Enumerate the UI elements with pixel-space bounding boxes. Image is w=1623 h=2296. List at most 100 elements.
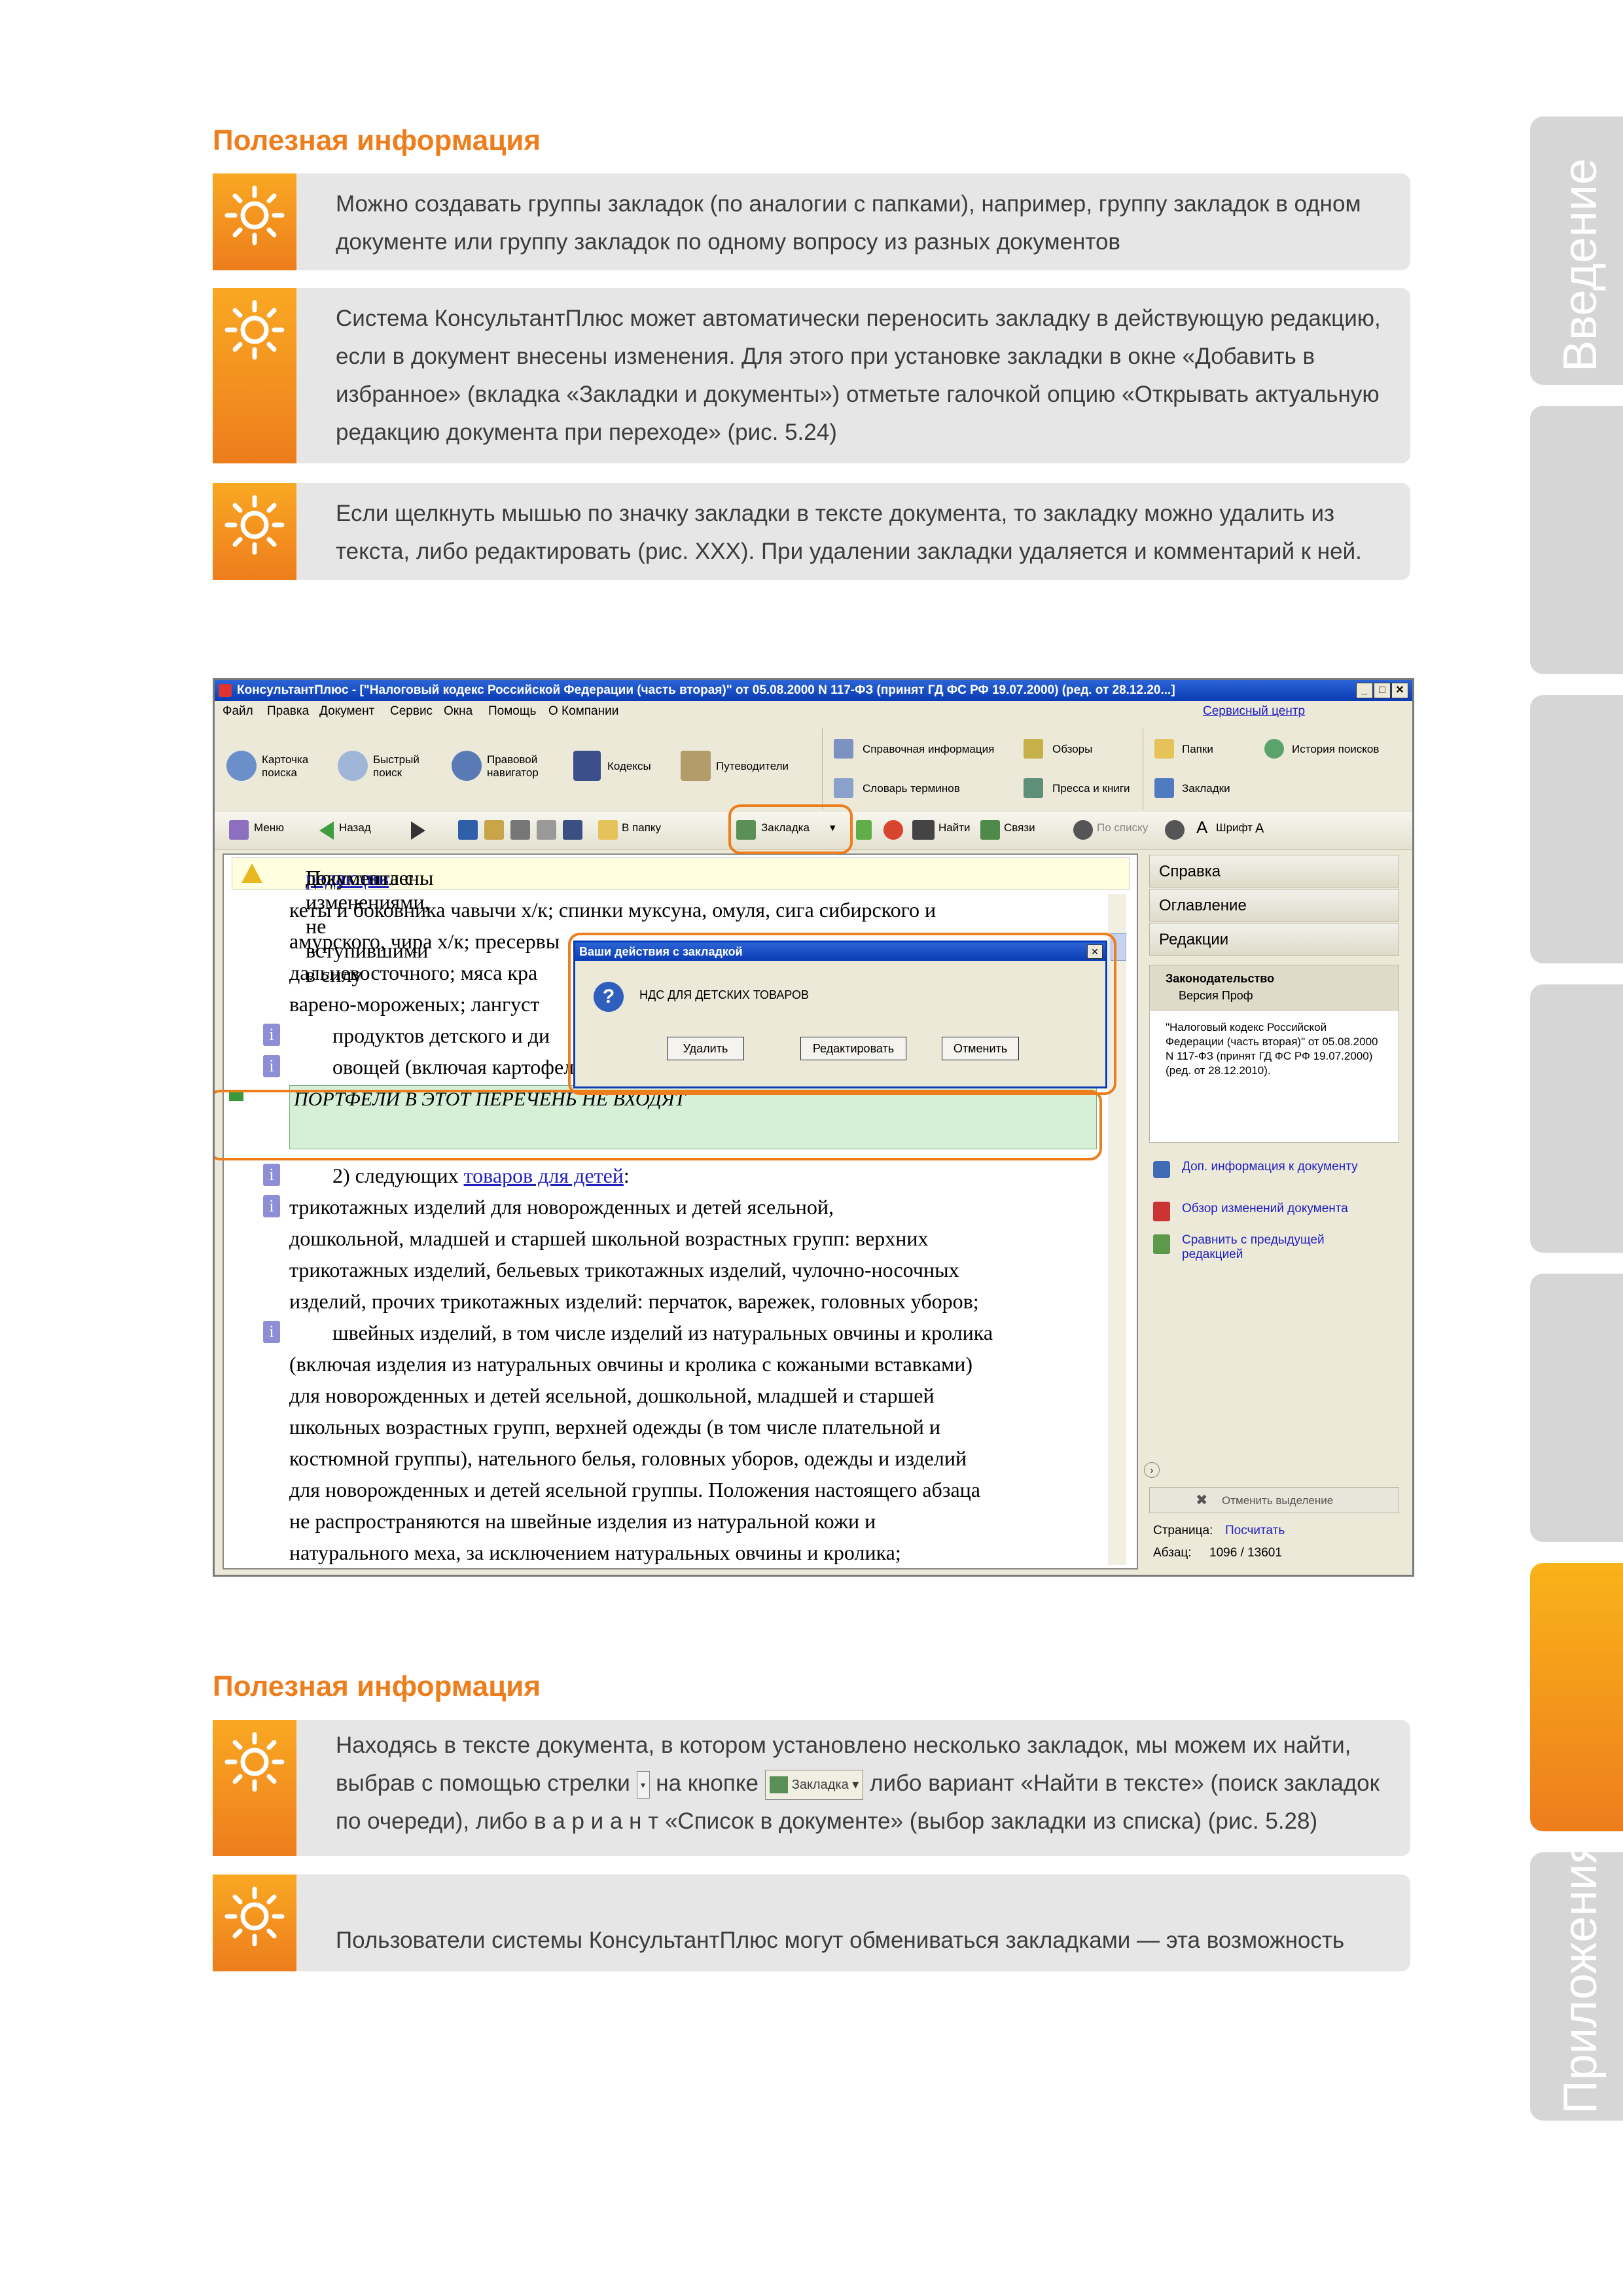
info-marker-icon[interactable]: i (263, 1321, 280, 1343)
menu-bar: Файл Правка Документ Сервис Окна Помощь … (215, 701, 1412, 721)
navigator-icon (452, 751, 482, 781)
links-button[interactable]: Связи (1004, 821, 1035, 834)
sun-icon (213, 483, 296, 580)
service-center-link[interactable]: Сервисный центр (1203, 704, 1305, 719)
more-info-link[interactable]: Доп. информация к документу (1182, 1160, 1378, 1174)
bookmark-button-image: Закладка ▾ (764, 1769, 864, 1800)
press-button[interactable]: Пресса и книги (1052, 782, 1130, 795)
info-text: Если щелкнуть мышью по значку закладки в… (336, 501, 1362, 564)
sun-icon (213, 288, 296, 463)
save-icon[interactable] (563, 820, 582, 840)
guides-icon (681, 751, 711, 781)
doc-line: для новорожденных и детей ясельной групп… (289, 1478, 980, 1501)
info-text: Находясь в тексте документа, в котором у… (336, 1732, 1380, 1834)
cancel-selection-button[interactable]: ✖ Отменить выделение (1149, 1487, 1399, 1513)
page-count-link[interactable]: Посчитать (1225, 1524, 1285, 1538)
to-folder-button[interactable]: В папку (622, 821, 661, 834)
side-tab-2[interactable] (1530, 406, 1623, 674)
info-marker-icon[interactable]: i (263, 1024, 280, 1046)
doc-line: швейных изделий, в том числе изделий из … (332, 1321, 993, 1344)
document-info-card: Законодательство Версия Проф "Налоговый … (1149, 965, 1399, 1143)
press-icon (1024, 778, 1043, 798)
document-description: "Налоговый кодекс Российской Федерации (… (1166, 1021, 1378, 1077)
forward-arrow-icon[interactable] (411, 821, 425, 840)
compare-link[interactable]: Сравнить с предыдущей редакцией (1182, 1233, 1378, 1262)
info-marker-icon[interactable]: i (263, 1055, 280, 1077)
menu-help[interactable]: Помощь (488, 704, 536, 719)
doc-line: не распространяются на швейные изделия и… (289, 1509, 876, 1533)
doc-line: школьных возрастных групп, верхней одежд… (289, 1415, 941, 1439)
page-label: Страница: (1153, 1524, 1213, 1537)
ref-info-button[interactable]: Справочная информация (863, 743, 994, 756)
info-marker-icon[interactable]: i (263, 1164, 280, 1186)
preview-icon[interactable] (537, 820, 556, 840)
reviews-button[interactable]: Обзоры (1052, 743, 1092, 756)
close-button[interactable]: ✕ (1391, 683, 1408, 698)
info-box: Если щелкнуть мышью по значку закладки в… (213, 483, 1410, 580)
quick-search-button[interactable]: Быстрый поиск (373, 753, 432, 780)
menu-file[interactable]: Файл (223, 704, 253, 719)
history-button[interactable]: История поисков (1292, 743, 1379, 756)
font-increase-icon[interactable]: A (1196, 817, 1207, 838)
compare-icon (1153, 1234, 1170, 1254)
bookmark-button-highlight (728, 804, 853, 854)
sun-icon (213, 1720, 296, 1856)
ribbon-divider (822, 728, 823, 810)
guides-button[interactable]: Путеводители (716, 760, 789, 773)
folders-button[interactable]: Папки (1182, 743, 1213, 756)
info-marker-icon[interactable]: i (263, 1195, 280, 1217)
back-button[interactable]: Назад (339, 821, 371, 834)
quick-search-icon (338, 751, 368, 781)
bookmarks-icon (1154, 778, 1174, 798)
side-tab-current[interactable] (1530, 1563, 1623, 1831)
app-icon (219, 684, 232, 697)
codes-button[interactable]: Кодексы (607, 760, 651, 773)
maximize-button[interactable]: □ (1374, 683, 1391, 698)
word-icon[interactable] (458, 820, 478, 840)
expand-arrow-icon[interactable]: › (1144, 1462, 1160, 1478)
side-tab-appendices[interactable]: Приложения (1530, 1839, 1623, 2121)
info-box: Система КонсультантПлюс может автоматиче… (213, 288, 1410, 463)
find-button[interactable]: Найти (938, 821, 971, 834)
menu-about[interactable]: О Компании (548, 704, 618, 719)
info-box: Можно создавать группы закладок (по анал… (213, 173, 1410, 270)
info-text: Система КонсультантПлюс может автоматиче… (336, 306, 1381, 445)
cancel-x-icon: ✖ (1196, 1492, 1208, 1508)
info-text: Можно создавать группы закладок (по анал… (336, 191, 1361, 255)
dictionary-icon (834, 778, 853, 798)
side-tab-5[interactable] (1530, 1274, 1623, 1542)
doc-line: для новорожденных и детей ясельной, дошк… (289, 1384, 935, 1407)
font-decrease-icon[interactable]: A (1255, 821, 1264, 836)
minimize-button[interactable]: _ (1356, 683, 1373, 698)
changes-overview-link[interactable]: Обзор изменений документа (1182, 1202, 1391, 1216)
email-icon[interactable] (484, 820, 504, 840)
help-tab[interactable]: Справка (1149, 855, 1399, 888)
side-tab-3[interactable] (1530, 695, 1623, 963)
print-icon[interactable] (510, 820, 530, 840)
dialog-highlight (568, 933, 1116, 1095)
menu-service[interactable]: Сервис (390, 704, 433, 719)
contents-tab[interactable]: Оглавление (1149, 889, 1399, 922)
doc-line: изделий, прочих трикотажных изделий: пер… (289, 1289, 979, 1313)
editions-tab[interactable]: Редакции (1149, 923, 1399, 956)
bookmark-line-highlight (215, 1090, 1102, 1160)
legal-navigator-button[interactable]: Правовой навигатор (487, 753, 552, 780)
menu-icon (229, 820, 249, 840)
card-search-button[interactable]: Карточка поиска (262, 753, 321, 780)
side-tab-4[interactable] (1530, 984, 1623, 1253)
side-tab-introduction[interactable]: Введение (1530, 117, 1623, 385)
children-goods-link[interactable]: товаров для детей (464, 1164, 624, 1187)
dictionary-button[interactable]: Словарь терминов (863, 782, 960, 795)
by-list-button[interactable]: По списку (1097, 821, 1148, 834)
font-button[interactable]: Шрифт (1216, 821, 1253, 834)
up-circle-icon[interactable] (1165, 820, 1185, 840)
remove-mark-icon[interactable] (883, 820, 903, 840)
menu-document[interactable]: Документ (319, 704, 374, 719)
menu-windows[interactable]: Окна (444, 704, 473, 719)
bookmarks-button[interactable]: Закладки (1182, 782, 1230, 795)
lightning-icon[interactable] (856, 820, 872, 840)
menu-edit[interactable]: Правка (267, 704, 309, 719)
menu-button[interactable]: Меню (254, 821, 284, 834)
folder-icon (1154, 739, 1174, 759)
binoculars-icon (912, 820, 935, 840)
